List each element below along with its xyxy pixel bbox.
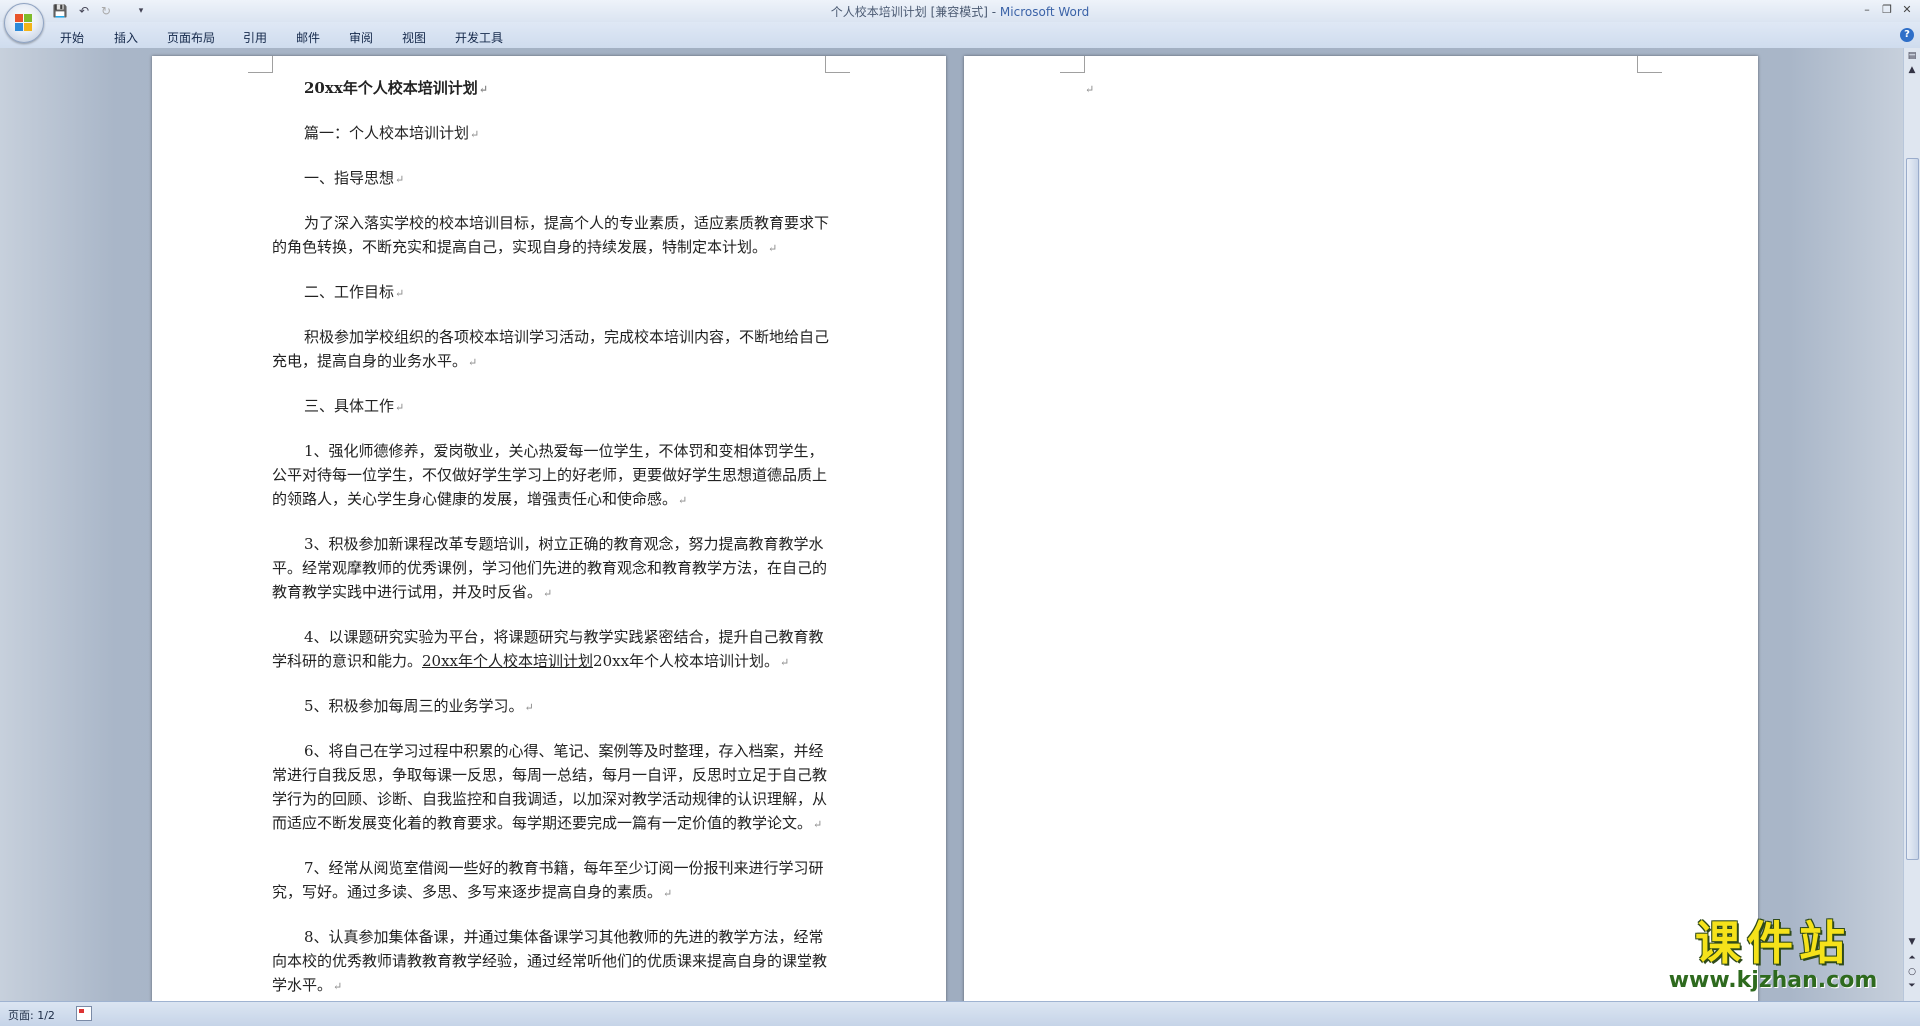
paragraph-text: 7、经常从阅览室借阅一些好的教育书籍，每年至少订阅一份报刊来进行学习研究，写好。… — [272, 859, 824, 901]
next-page-icon[interactable]: ⏷ — [1906, 980, 1918, 992]
paragraph-text: 一、指导思想 — [304, 169, 395, 187]
office-button[interactable] — [4, 3, 44, 43]
tab-page-layout[interactable]: 页面布局 — [167, 29, 215, 46]
paragraph: 8、认真参加集体备课，并通过集体备课学习其他教师的先进的教学方法，经常向本校的优… — [272, 925, 832, 999]
paragraph-text: 三、具体工作 — [304, 397, 395, 415]
empty-paragraph: ↵ — [1084, 76, 1644, 102]
paragraph-text: 二、工作目标 — [304, 283, 395, 301]
status-bar: 页面: 1/2 — [0, 1001, 1920, 1026]
window-title: 个人校本培训计划 [兼容模式] - Microsoft Word — [0, 3, 1920, 20]
browse-object-icon[interactable]: ○ — [1906, 966, 1918, 978]
paragraph: 积极参加学校组织的各项校本培训学习活动，完成校本培训内容，不断地给自己充电，提高… — [272, 325, 832, 375]
proofing-icon[interactable] — [76, 1006, 92, 1021]
paragraph-text: 积极参加学校组织的各项校本培训学习活动，完成校本培训内容，不断地给自己充电，提高… — [272, 328, 830, 370]
paragraph-text: 6、将自己在学习过程中积累的心得、笔记、案例等及时整理，存入档案，并经常进行自我… — [272, 742, 828, 832]
paragraph-mark: ↵ — [524, 701, 534, 714]
paragraph: 为了深入落实学校的校本培训目标，提高个人的专业素质，适应素质教育要求下的角色转换… — [272, 211, 832, 261]
margin-corner-tl — [1060, 56, 1085, 73]
margin-corner-tr — [1637, 56, 1662, 73]
help-icon[interactable]: ? — [1900, 28, 1914, 42]
restore-button[interactable]: ❐ — [1878, 2, 1896, 18]
paragraph: 3、积极参加新课程改革专题培训，树立正确的教育观念，努力提高教育教学水平。经常观… — [272, 532, 832, 606]
page-1-content[interactable]: 20xx年个人校本培训计划↵ 篇一：个人校本培训计划↵ 一、指导思想↵ 为了深入… — [272, 76, 832, 1001]
paragraph-mark: ↵ — [468, 356, 478, 369]
paragraph-mark: ↵ — [780, 656, 790, 669]
page-2[interactable]: ↵ — [964, 56, 1758, 1001]
scrollbar-thumb[interactable] — [1906, 158, 1919, 860]
watermark-url: www.kjzhan.com — [1668, 968, 1878, 993]
paragraph: 7、经常从阅览室借阅一些好的教育书籍，每年至少订阅一份报刊来进行学习研究，写好。… — [272, 856, 832, 906]
paragraph-mark: ↵ — [543, 587, 553, 600]
page-1[interactable]: 20xx年个人校本培训计划↵ 篇一：个人校本培训计划↵ 一、指导思想↵ 为了深入… — [152, 56, 946, 1001]
paragraph-text: 5、积极参加每周三的业务学习。 — [304, 697, 524, 715]
paragraph: 6、将自己在学习过程中积累的心得、笔记、案例等及时整理，存入档案，并经常进行自我… — [272, 739, 832, 837]
page-indicator[interactable]: 页面: 1/2 — [8, 1007, 55, 1023]
paragraph-text: 为了深入落实学校的校本培训目标，提高个人的专业素质，适应素质教育要求下的角色转换… — [272, 214, 830, 256]
document-hyperlink[interactable]: 20xx年个人校本培训计划 — [422, 652, 593, 670]
margin-corner-tl — [248, 56, 273, 73]
paragraph-mark: ↵ — [678, 494, 688, 507]
margin-corner-tr — [825, 56, 850, 73]
vertical-scrollbar[interactable]: ▤ ▲ ▼ ⏶ ○ ⏷ — [1903, 48, 1920, 1001]
previous-page-icon[interactable]: ⏶ — [1906, 952, 1918, 964]
paragraph-text: 20xx年个人校本培训计划。 — [593, 652, 780, 670]
tab-view[interactable]: 视图 — [402, 29, 426, 46]
paragraph-mark: ↵ — [813, 818, 823, 831]
close-button[interactable]: ✕ — [1898, 2, 1916, 18]
paragraph: 三、具体工作↵ — [272, 394, 832, 420]
watermark: 课件站 www.kjzhan.com — [1648, 918, 1898, 998]
paragraph: 篇一：个人校本培训计划↵ — [272, 121, 832, 147]
paragraph: 一、指导思想↵ — [272, 166, 832, 192]
title-bar: 💾 ↶ ↻ ▾ 个人校本培训计划 [兼容模式] - Microsoft Word… — [0, 0, 1920, 43]
paragraph-text: 1、强化师德修养，爱岗敬业，关心热爱每一位学生，不体罚和变相体罚学生，公平对待每… — [272, 442, 828, 508]
scroll-down-icon[interactable]: ▼ — [1906, 936, 1918, 948]
tab-references[interactable]: 引用 — [243, 29, 267, 46]
document-name: 个人校本培训计划 [兼容模式] - — [830, 5, 1000, 19]
document-area: 20xx年个人校本培训计划↵ 篇一：个人校本培训计划↵ 一、指导思想↵ 为了深入… — [0, 48, 1904, 1001]
paragraph-text: 篇一：个人校本培训计划 — [304, 124, 470, 142]
tab-insert[interactable]: 插入 — [114, 29, 138, 46]
app-name: Microsoft Word — [999, 5, 1090, 19]
scroll-up-icon[interactable]: ▲ — [1906, 64, 1918, 76]
paragraph: 二、工作目标↵ — [272, 280, 832, 306]
document-title: 20xx年个人校本培训计划↵ — [272, 76, 832, 102]
paragraph-mark: ↵ — [333, 980, 343, 993]
tab-mailings[interactable]: 邮件 — [296, 29, 320, 46]
paragraph-mark: ↵ — [663, 887, 673, 900]
page-2-content[interactable]: ↵ — [1084, 76, 1644, 102]
paragraph-mark: ↵ — [395, 173, 405, 186]
paragraph: 4、以课题研究实验为平台，将课题研究与教学实践紧密结合，提升自己教育教学科研的意… — [272, 625, 832, 675]
paragraph-mark: ↵ — [1085, 83, 1095, 96]
tab-home[interactable]: 开始 — [60, 29, 84, 46]
tab-developer[interactable]: 开发工具 — [455, 29, 503, 46]
tab-review[interactable]: 审阅 — [349, 29, 373, 46]
paragraph-mark: ↵ — [395, 287, 405, 300]
watermark-text: 课件站 — [1695, 916, 1851, 970]
minimize-button[interactable]: – — [1858, 2, 1876, 18]
document-title-text: 20xx年个人校本培训计划 — [304, 79, 478, 97]
paragraph-mark: ↵ — [470, 128, 480, 141]
paragraph-mark: ↵ — [478, 83, 488, 96]
ruler-toggle-icon[interactable]: ▤ — [1906, 50, 1918, 62]
paragraph: 5、积极参加每周三的业务学习。↵ — [272, 694, 832, 720]
paragraph-text: 8、认真参加集体备课，并通过集体备课学习其他教师的先进的教学方法，经常向本校的优… — [272, 928, 828, 994]
paragraph-mark: ↵ — [768, 242, 778, 255]
office-logo-icon — [15, 14, 33, 32]
ribbon-tabs: 开始 插入 页面布局 引用 邮件 审阅 视图 开发工具 ? — [0, 22, 1920, 49]
paragraph: 1、强化师德修养，爱岗敬业，关心热爱每一位学生，不体罚和变相体罚学生，公平对待每… — [272, 439, 832, 513]
paragraph-mark: ↵ — [395, 401, 405, 414]
